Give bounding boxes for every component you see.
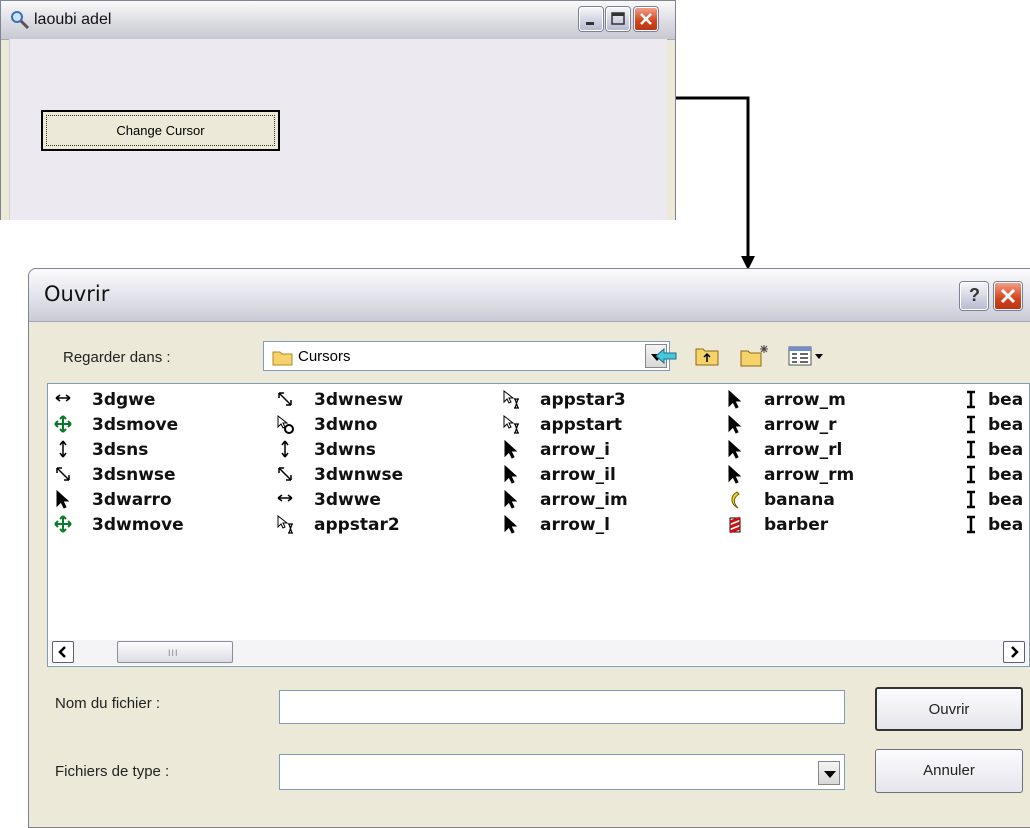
arrow-cursor-icon: [728, 390, 742, 409]
chevron-down-icon: [824, 771, 836, 778]
cancel-button[interactable]: Annuler: [875, 749, 1023, 793]
file-item-label: bea: [988, 415, 1024, 435]
text-beam-cursor-icon: [967, 465, 975, 484]
arrow-cursor-icon: [728, 415, 742, 434]
file-name-label: Nom du fichier :: [55, 695, 161, 712]
diagonal-resize-cursor-icon: [56, 467, 70, 481]
file-name-input[interactable]: [279, 690, 845, 724]
horizontal-resize-cursor-icon: [277, 494, 293, 502]
file-item-label: 3dsnwse: [92, 465, 176, 485]
horizontal-resize-cursor-icon: [55, 394, 71, 402]
file-item-label: appstar3: [540, 390, 626, 410]
move-cursor-icon: [54, 415, 72, 433]
folder-icon: [272, 351, 293, 366]
file-item-label: 3dwnesw: [314, 390, 404, 410]
file-item-label: 3dwnwse: [314, 465, 404, 485]
file-item-label: 3dwwe: [314, 490, 381, 510]
file-item-label: bea: [988, 440, 1024, 460]
open-dialog: Ouvrir ? Regarder dans : Cursors 3dgwe3: [28, 268, 1030, 828]
file-item-label: arrow_rl: [764, 440, 843, 460]
chevron-left-icon: [58, 646, 66, 658]
file-item-label: appstar2: [314, 515, 400, 535]
file-item-label: arrow_m: [764, 390, 846, 410]
arrow-cursor-icon: [504, 515, 518, 534]
arrow-cursor-icon: [56, 490, 70, 509]
cancel-button-label: Annuler: [923, 762, 975, 779]
back-icon[interactable]: [652, 343, 680, 369]
new-folder-icon[interactable]: [739, 343, 771, 369]
vertical-resize-cursor-icon: [59, 440, 67, 458]
arrow-cursor-icon: [504, 440, 518, 459]
scrollbar-thumb[interactable]: III: [117, 641, 233, 663]
file-item-label: bea: [988, 515, 1024, 535]
help-button[interactable]: ?: [960, 282, 988, 310]
arrow-cursor-icon: [504, 490, 518, 509]
file-item-label: arrow_i: [540, 440, 610, 460]
barber-pole-cursor-icon: [729, 516, 741, 534]
look-in-label: Regarder dans :: [63, 349, 171, 366]
file-item-label: arrow_im: [540, 490, 628, 510]
file-type-select[interactable]: [279, 754, 845, 790]
arrow-cursor-icon: [728, 465, 742, 484]
file-item-label: bea: [988, 390, 1024, 410]
dialog-close-button[interactable]: [994, 282, 1022, 310]
text-beam-cursor-icon: [967, 490, 975, 509]
file-item-label: 3dwno: [314, 415, 378, 435]
file-item-label: 3dsns: [92, 440, 149, 460]
banana-cursor-icon: [731, 491, 740, 509]
file-item-label: bea: [988, 465, 1024, 485]
open-dialog-title: Ouvrir: [44, 282, 110, 306]
arrow-cursor-icon: [504, 465, 518, 484]
open-button[interactable]: Ouvrir: [875, 687, 1023, 731]
file-item-label: 3dsmove: [92, 415, 179, 435]
file-item-label: banana: [764, 490, 835, 510]
horizontal-scrollbar[interactable]: III: [49, 640, 1028, 665]
working-cursor-icon: [503, 390, 519, 409]
diagonal-resize-cursor-icon: [278, 467, 292, 481]
file-item-label: barber: [764, 515, 829, 535]
working-cursor-icon: [277, 515, 293, 534]
vertical-resize-cursor-icon: [281, 440, 289, 458]
file-item-label: arrow_l: [540, 515, 610, 535]
look-in-combobox[interactable]: Cursors: [263, 341, 670, 371]
file-item-label: arrow_il: [540, 465, 616, 485]
look-in-value: Cursors: [298, 348, 351, 365]
file-item-label: 3dwarro: [92, 490, 172, 510]
text-beam-cursor-icon: [967, 440, 975, 459]
scroll-right-button[interactable]: [1003, 641, 1025, 663]
file-item-label: 3dgwe: [92, 390, 156, 410]
file-item-label: appstart: [540, 415, 623, 435]
open-dialog-titlebar[interactable]: Ouvrir ?: [29, 269, 1030, 322]
arrow-cursor-icon: [728, 440, 742, 459]
file-item-label: 3dwmove: [92, 515, 184, 535]
text-beam-cursor-icon: [967, 415, 975, 434]
close-icon: [1000, 288, 1016, 304]
chevron-right-icon: [1011, 646, 1019, 658]
unavailable-cursor-icon: [277, 415, 294, 434]
text-beam-cursor-icon: [967, 515, 975, 534]
file-item-label: 3dwns: [314, 440, 376, 460]
open-button-label: Ouvrir: [928, 701, 970, 718]
up-folder-icon[interactable]: [694, 343, 722, 369]
file-item-label: arrow_r: [764, 415, 837, 435]
text-beam-cursor-icon: [967, 390, 975, 409]
file-type-dropdown-button[interactable]: [818, 761, 840, 785]
move-cursor-icon: [54, 515, 72, 533]
file-item-label: bea: [988, 490, 1024, 510]
file-item-label: arrow_rm: [764, 465, 855, 485]
diagonal-resize-cursor-icon: [278, 392, 292, 406]
view-menu-icon[interactable]: [787, 343, 827, 369]
file-list[interactable]: 3dgwe 3dsmove 3dsns 3dsnwse 3dwarro 3dwmove 3d…: [47, 383, 1030, 667]
scroll-left-button[interactable]: [52, 641, 74, 663]
scroll-grip: III: [168, 648, 179, 658]
working-cursor-icon: [503, 415, 519, 434]
help-icon: ?: [969, 285, 980, 305]
file-type-label: Fichiers de type :: [55, 763, 170, 780]
